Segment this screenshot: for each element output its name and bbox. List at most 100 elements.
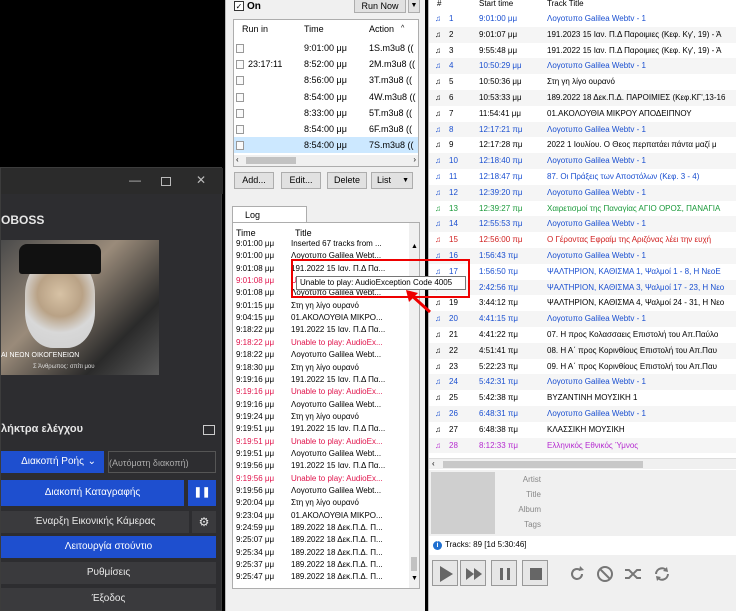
playlist-row[interactable]: ♫ 6 10:53:33 μμ 189.2022 18 Δεκ.Π.Δ. ΠΑΡΟΙΜ… (429, 90, 736, 106)
column-header-number[interactable]: # (437, 0, 441, 8)
play-button[interactable] (432, 560, 458, 586)
disable-button[interactable] (593, 562, 617, 586)
playlist-row[interactable]: ♫ 14 12:55:53 πμ Λογοτυπο Galilea Webtv - 1 (429, 216, 736, 233)
playlist-horizontal-scrollbar[interactable]: ‹ (429, 458, 736, 469)
playlist-row[interactable]: ♫ 27 6:48:38 πμ ΚΛΑΣΣΙΚΗ ΜΟΥΣΙΚΗ (429, 422, 736, 438)
scroll-right-icon[interactable]: › (413, 155, 416, 164)
playlist-row[interactable]: ♫ 8 12:17:21 πμ Λογοτυπο Galilea Webtv - 1 (429, 121, 736, 138)
playlist-row[interactable]: ♫ 21 4:41:22 πμ 07. Η προς Κολασσαεις Επιστ… (429, 327, 736, 343)
repeat-button[interactable] (565, 562, 589, 586)
pause-button[interactable] (491, 560, 517, 586)
playlist-row[interactable]: ♫ 23 5:22:23 πμ 09. Η Α΄ προς Κορινθίους Επ… (429, 359, 736, 375)
log-row[interactable]: 9:19:24 μμ Στη γη λίγο ουρανό (233, 412, 409, 423)
run-now-button[interactable]: Run Now (354, 0, 406, 13)
playlist-row[interactable]: ♫ 11 12:18:47 πμ 87. Οι Πράξεις των Αποστόλ… (429, 169, 736, 185)
scroll-left-icon[interactable]: ‹ (236, 155, 239, 164)
playlist-row[interactable]: ♫ 7 11:54:41 μμ 01.ΑΚΟΛΟΥΘΙΑ ΜΙΚΡΟΥ ΑΠΟΔΕΙΠ… (429, 106, 736, 122)
log-row[interactable]: 9:18:30 μμ Στη γη λίγο ουρανό (233, 363, 409, 374)
schedule-row[interactable]: 8:54:00 μμ 4W.m3u8 (( (234, 89, 418, 105)
shuffle-button[interactable] (621, 562, 645, 586)
schedule-row[interactable]: 8:56:00 μμ 3T.m3u8 (( (234, 72, 418, 88)
log-row[interactable]: 9:18:22 μμ Unable to play: AudioEx... (233, 338, 409, 349)
stop-stream-button[interactable]: Διακοπή Ροής ⌄ (1, 451, 104, 473)
scrollbar-thumb[interactable] (246, 157, 296, 164)
settings-button[interactable]: Ρυθμίσεις (1, 562, 216, 584)
log-row[interactable]: 9:19:16 μμ Unable to play: AudioEx... (233, 387, 409, 398)
schedule-row[interactable]: 9:01:00 μμ 1S.m3u8 (( (234, 40, 418, 56)
column-header-action[interactable]: Action (369, 24, 394, 34)
skip-forward-button[interactable] (460, 560, 486, 586)
log-row[interactable]: 9:19:56 μμ Unable to play: AudioEx... (233, 474, 409, 485)
playlist-row[interactable]: ♫ 28 8:12:33 πμ Ελληνικός Εθνικός Ύμνος (429, 437, 736, 454)
schedule-horizontal-scrollbar[interactable]: ‹ › (234, 155, 418, 166)
playlist-row[interactable]: ♫ 2 9:01:07 μμ 191.2023 15 Ιαν. Π.Δ Παροιμι… (429, 26, 736, 43)
log-row[interactable]: 9:25:07 μμ 189.2022 18 Δεκ.Π.Δ. Π... (233, 535, 409, 546)
playlist-row[interactable]: ♫ 16 1:56:43 πμ Λογοτυπο Galilea Webtv - 1 (429, 248, 736, 264)
log-row[interactable]: 9:18:22 μμ Λογοτυπο Galilea Webt... (233, 350, 409, 361)
playlist-scrollbar-thumb[interactable] (443, 461, 643, 468)
schedule-row[interactable]: 8:54:00 μμ 6F.m3u8 (( (234, 121, 418, 137)
virtual-camera-settings-button[interactable]: ⚙ (192, 511, 216, 533)
log-row[interactable]: 9:25:47 μμ 189.2022 18 Δεκ.Π.Δ. Π... (233, 572, 409, 583)
scroll-up-icon[interactable]: ▲ (411, 243, 418, 250)
add-schedule-button[interactable]: Add... (234, 172, 274, 189)
schedule-row[interactable]: 8:54:00 μμ 7S.m3u8 (( (234, 137, 418, 154)
playlist-row[interactable]: ♫ 25 5:42:38 πμ ΒΥΖΑΝΤΙΝΗ ΜΟΥΣΙΚΗ 1 (429, 390, 736, 406)
log-row[interactable]: 9:20:04 μμ Στη γη λίγο ουρανό (233, 498, 409, 509)
minimize-icon[interactable]: — (129, 173, 141, 187)
log-row[interactable]: 9:23:04 μμ 01.ΑΚΟΛΟΥΘΙΑ ΜΙΚΡΟ... (233, 511, 409, 522)
playlist-row[interactable]: ♫ 9 12:17:28 πμ 2022 1 Ιουλίου. Ο Θεος περπ… (429, 137, 736, 153)
log-row[interactable]: 9:04:15 μμ 01.ΑΚΟΛΟΥΘΙΑ ΜΙΚΡΟ... (233, 313, 409, 324)
playlist-row[interactable]: ♫ 20 4:41:15 πμ Λογοτυπο Galilea Webtv - 1 (429, 311, 736, 327)
playlist-row[interactable]: ♫ 5 10:50:36 μμ Στη γη λίγο ουρανό (429, 74, 736, 90)
column-header-time[interactable]: Time (304, 24, 324, 34)
tab-log[interactable]: Log (232, 206, 307, 222)
log-row[interactable]: 9:19:16 μμ 191.2022 15 Ιαν. Π.Δ Πα... (233, 375, 409, 386)
log-column-header-title[interactable]: Title (295, 228, 312, 238)
playlist-row[interactable]: ♫ 12 12:39:20 πμ Λογοτυπο Galilea Webtv - 1 (429, 184, 736, 201)
exit-button[interactable]: Έξοδος (1, 588, 216, 610)
start-virtual-camera-button[interactable]: Έναρξη Εικονικής Κάμερας (1, 511, 189, 533)
playlist-row[interactable]: ♫ 22 4:51:41 πμ 08. Η Α΄ προς Κορινθίους Επ… (429, 342, 736, 359)
playlist-row[interactable]: ♫ 15 12:56:00 πμ Ο Γέροντας Εφραίμ της Αριζ… (429, 232, 736, 248)
log-row[interactable]: 9:19:56 μμ 191.2022 15 Ιαν. Π.Δ Πα... (233, 461, 409, 472)
edit-schedule-button[interactable]: Edit... (281, 172, 321, 189)
playlist-row[interactable]: ♫182:42:56 πμΨΑΛΤΗΡΙΟΝ, ΚΑΘΙΣΜΑ 3, Ψαλμο… (429, 279, 736, 296)
list-menu-button[interactable]: List ▼ (371, 172, 413, 189)
stop-button[interactable] (522, 560, 548, 586)
schedule-row[interactable]: 23:17:11 8:52:00 μμ 2M.m3u8 (( (234, 56, 418, 72)
column-header-run-in[interactable]: Run in (242, 24, 268, 34)
playlist-row[interactable]: ♫ 24 5:42:31 πμ Λογοτυπο Galilea Webtv - 1 (429, 374, 736, 391)
popout-icon[interactable] (203, 425, 215, 435)
log-row[interactable]: 9:19:51 μμ Unable to play: AudioEx... (233, 437, 409, 448)
log-row[interactable]: 9:19:16 μμ Λογοτυπο Galilea Webt... (233, 400, 409, 411)
log-row[interactable]: 9:19:51 μμ Λογοτυπο Galilea Webt... (233, 449, 409, 460)
run-now-dropdown[interactable]: ▼ (408, 0, 420, 13)
schedule-row[interactable]: 8:33:00 μμ 5T.m3u8 (( (234, 105, 418, 121)
log-row[interactable]: 9:24:59 μμ 189.2022 18 Δεκ.Π.Δ. Π... (233, 523, 409, 534)
close-icon[interactable]: ✕ (196, 173, 206, 187)
scroll-down-icon[interactable]: ▼ (411, 575, 418, 582)
on-checkbox[interactable]: ✓ (234, 1, 244, 11)
log-scrollbar-thumb[interactable] (411, 557, 417, 571)
playlist-row[interactable]: ♫ 26 6:48:31 πμ Λογοτυπο Galilea Webtv - 1 (429, 406, 736, 422)
playlist-row[interactable]: ♫ 17 1:56:50 πμ ΨΑΛΤΗΡΙΟΝ, ΚΑΘΙΣΜΑ 1, Ψαλμο… (429, 264, 736, 280)
delete-schedule-button[interactable]: Delete (327, 172, 367, 189)
stop-recording-button[interactable]: Διακοπή Καταγραφής (1, 480, 184, 506)
log-row[interactable]: 9:19:56 μμ Λογοτυπο Galilea Webt... (233, 486, 409, 497)
log-row[interactable]: 9:25:34 μμ 189.2022 18 Δεκ.Π.Δ. Π... (233, 548, 409, 559)
playlist-row[interactable]: ♫ 3 9:55:48 μμ 191.2022 15 Ιαν. Π.Δ Παροιμι… (429, 43, 736, 59)
playlist-row[interactable]: ♫ 10 12:18:40 πμ Λογοτυπο Galilea Webtv - 1 (429, 153, 736, 169)
log-row[interactable]: 9:25:37 μμ 189.2022 18 Δεκ.Π.Δ. Π... (233, 560, 409, 571)
column-header-start-time[interactable]: Start time (479, 0, 513, 8)
pause-recording-button[interactable]: ❚❚ (188, 480, 216, 506)
maximize-icon[interactable] (161, 177, 171, 186)
log-row[interactable]: 9:01:00 μμ Inserted 67 tracks from ... (233, 239, 409, 250)
auto-stop-button[interactable]: (Αυτόματη διακοπή) (108, 451, 216, 473)
playlist-row[interactable]: ♫ 4 10:50:29 μμ Λογοτυπο Galilea Webtv - 1 (429, 58, 736, 75)
log-row[interactable]: 9:19:51 μμ 191.2022 15 Ιαν. Π.Δ Πα... (233, 424, 409, 435)
log-column-header-time[interactable]: Time (236, 228, 256, 238)
refresh-button[interactable] (650, 562, 674, 586)
playlist-row[interactable]: ♫ 1 9:01:00 μμ Λογοτυπο Galilea Webtv - 1 (429, 11, 736, 27)
log-row[interactable]: 9:01:15 μμ Στη γη λίγο ουρανό (233, 301, 409, 312)
